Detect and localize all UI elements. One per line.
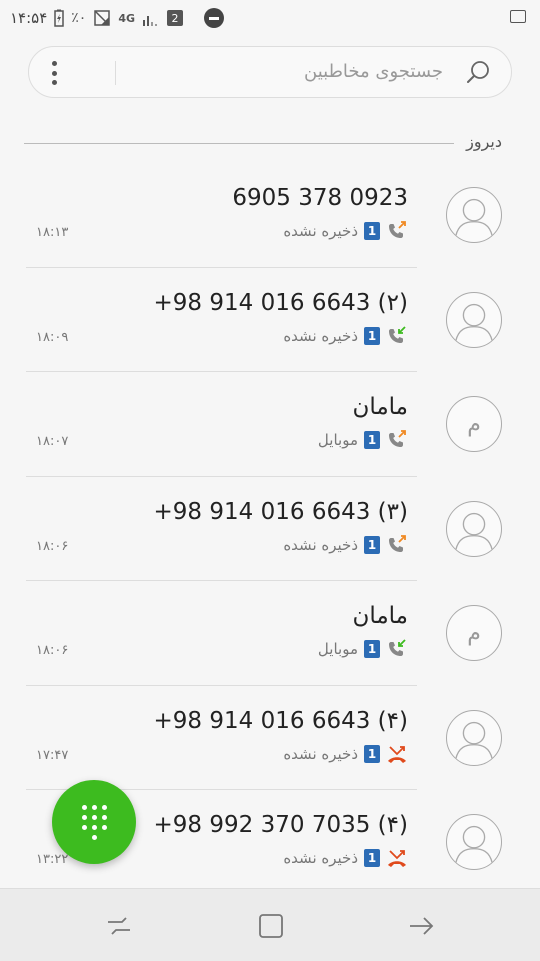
number-label: ذخیره نشده — [283, 535, 358, 554]
number-label: ذخیره نشده — [283, 222, 358, 240]
missed-call-icon — [386, 744, 408, 764]
incoming-call-icon — [386, 639, 408, 659]
call-meta: 1 موبایل — [318, 639, 408, 659]
back-icon[interactable] — [406, 911, 436, 941]
battery-icon — [54, 9, 65, 27]
number-label: موبایل — [317, 431, 358, 449]
caller-name: (۲) 6643 016 914 98+ — [153, 289, 409, 316]
section-divider — [24, 143, 454, 144]
gallery-notification-icon — [510, 10, 526, 23]
battery-percent: ٪۰ — [71, 10, 87, 26]
search-input[interactable]: جستجوی مخاطبین — [304, 61, 443, 82]
caller-name: (۴) 6643 016 914 98+ — [153, 707, 409, 734]
call-log-row[interactable]: (۲) 6643 016 914 98+ 1 ذخیره نشده ۱۸:۰۹ — [0, 268, 540, 372]
sim-1-badge: 1 — [364, 222, 380, 240]
sim-1-badge: 1 — [364, 535, 380, 554]
person-placeholder-icon — [455, 198, 493, 237]
call-log-row[interactable]: (۳) 6643 016 914 98+ 1 ذخیره نشده ۱۸:۰۶ — [0, 477, 540, 581]
sim-indicator: 2 — [167, 10, 184, 26]
signal-icon — [142, 10, 160, 26]
sim-1-badge: 1 — [364, 431, 380, 449]
call-time: ۱۸:۱۳ — [36, 225, 69, 240]
status-time: ۱۴:۵۴ — [10, 9, 48, 27]
call-log-row[interactable]: م مامان 1 موبایل ۱۸:۰۶ — [0, 581, 540, 686]
incoming-call-icon — [386, 325, 408, 346]
call-meta: 1 ذخیره نشده — [283, 534, 408, 555]
section-header-yesterday: دیروز — [466, 132, 502, 151]
dialpad-button[interactable] — [52, 780, 136, 864]
network-type: 4G — [118, 11, 136, 25]
home-icon[interactable] — [256, 911, 286, 941]
number-label: ذخیره نشده — [283, 744, 358, 763]
contact-avatar[interactable] — [446, 709, 502, 766]
call-meta: 1 ذخیره نشده — [283, 848, 408, 868]
system-navigation-bar — [0, 888, 540, 961]
do-not-disturb-icon — [204, 8, 225, 28]
call-time: ۱۷:۴۷ — [36, 747, 69, 763]
contact-avatar[interactable] — [446, 187, 502, 243]
no-sim-icon — [93, 9, 111, 27]
missed-call-icon — [386, 848, 408, 868]
number-label: ذخیره نشده — [283, 849, 358, 867]
search-divider — [115, 61, 116, 85]
call-meta: 1 موبایل — [318, 430, 408, 450]
contact-avatar-letter[interactable]: م — [446, 605, 502, 661]
status-bar: ۱۴:۵۴ ٪۰ 4G 2 — [0, 0, 540, 36]
call-meta: 1 ذخیره نشده — [283, 325, 408, 346]
call-log-row[interactable]: (۴) 6643 016 914 98+ 1 ذخیره نشده ۱۷:۴۷ — [0, 686, 540, 790]
number-label: موبایل — [317, 640, 358, 658]
sim-1-badge: 1 — [364, 326, 380, 345]
contact-avatar[interactable] — [446, 291, 502, 348]
call-time: ۱۸:۰۹ — [36, 329, 69, 345]
call-time: ۱۸:۰۷ — [36, 434, 69, 449]
contacts-search-bar[interactable]: جستجوی مخاطبین — [28, 46, 512, 98]
call-time: ۱۸:۰۶ — [36, 538, 69, 554]
person-placeholder-icon — [455, 512, 493, 550]
avatar-letter: م — [467, 620, 481, 646]
outgoing-call-icon — [386, 221, 408, 241]
person-placeholder-icon — [455, 721, 493, 759]
caller-name: (۳) 6643 016 914 98+ — [153, 498, 409, 525]
person-placeholder-icon — [455, 303, 493, 341]
call-log-row[interactable]: 0923 378 6905 1 ذخیره نشده ۱۸:۱۳ — [0, 163, 540, 268]
sim-1-badge: 1 — [364, 849, 380, 867]
search-icon — [467, 61, 489, 83]
outgoing-call-icon — [386, 430, 408, 450]
caller-name: (۴) 7035 370 992 98+ — [153, 812, 409, 838]
contact-avatar[interactable] — [446, 500, 502, 557]
contact-avatar-letter[interactable]: م — [446, 396, 502, 452]
call-log-row[interactable]: م مامان 1 موبایل ۱۸:۰۷ — [0, 372, 540, 477]
call-meta: 1 ذخیره نشده — [283, 221, 408, 241]
avatar-letter: م — [467, 411, 481, 437]
call-meta: 1 ذخیره نشده — [283, 744, 408, 764]
recent-apps-icon[interactable] — [104, 911, 134, 941]
caller-name: 0923 378 6905 — [232, 185, 408, 211]
sim-1-badge: 1 — [364, 744, 380, 763]
caller-name: مامان — [352, 603, 408, 629]
sim-1-badge: 1 — [364, 640, 380, 658]
person-placeholder-icon — [455, 825, 493, 864]
more-options-icon[interactable] — [51, 61, 57, 85]
call-time: ۱۳:۲۲ — [36, 852, 69, 867]
call-time: ۱۸:۰۶ — [36, 643, 69, 658]
caller-name: مامان — [352, 394, 408, 420]
number-label: ذخیره نشده — [283, 326, 358, 345]
outgoing-call-icon — [386, 534, 408, 555]
contact-avatar[interactable] — [446, 814, 502, 870]
